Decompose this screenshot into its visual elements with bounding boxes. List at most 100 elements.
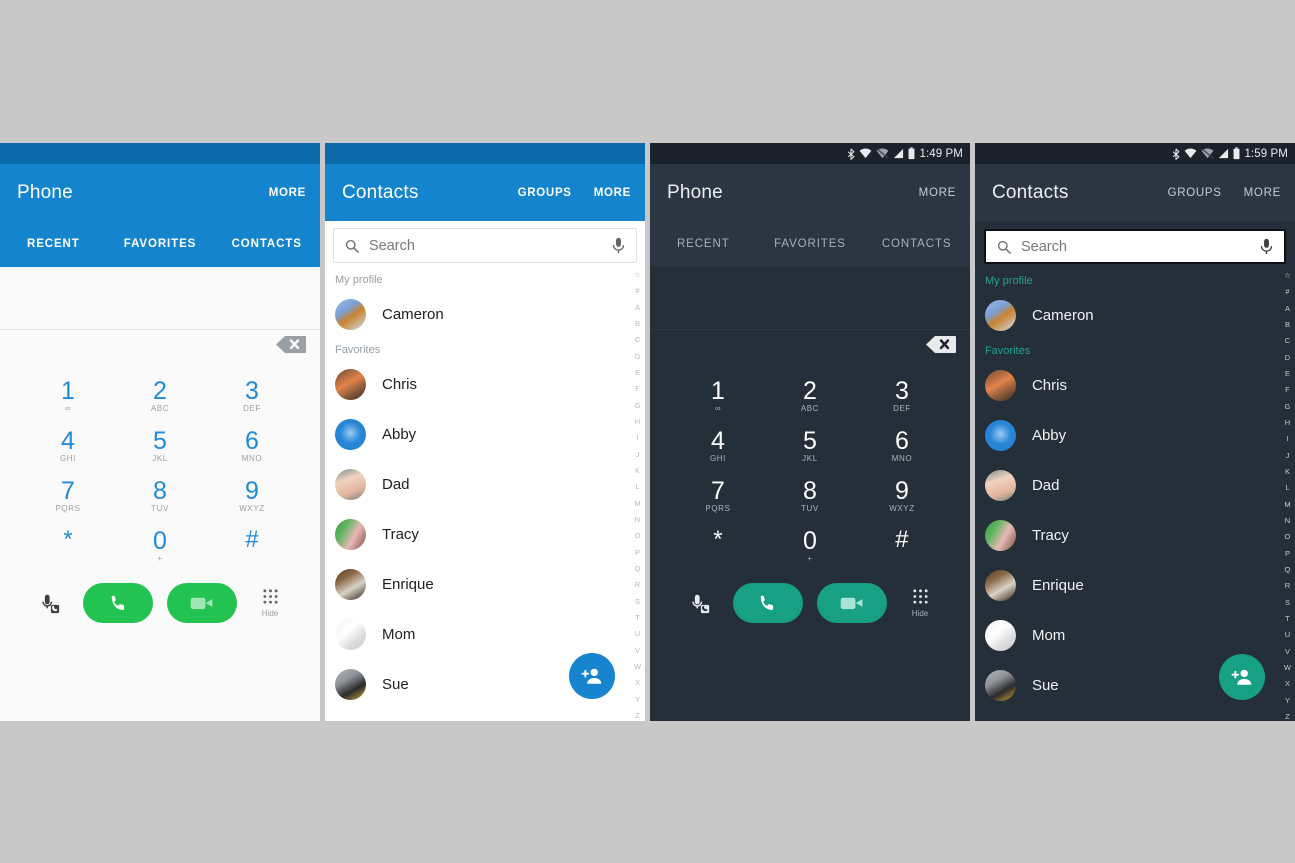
index-letter[interactable]: A: [635, 303, 640, 312]
list-item[interactable]: Mom: [325, 609, 645, 659]
index-letter[interactable]: R: [1285, 582, 1290, 590]
tab-recent[interactable]: RECENT: [0, 221, 107, 267]
index-letter[interactable]: Z: [1285, 712, 1290, 721]
index-letter[interactable]: M: [634, 499, 640, 508]
list-item[interactable]: Chris: [325, 359, 645, 409]
index-letter[interactable]: Y: [635, 695, 640, 704]
index-letter[interactable]: J: [636, 450, 640, 459]
list-item[interactable]: Dad: [325, 459, 645, 509]
list-item[interactable]: Enrique: [325, 559, 645, 609]
index-letter[interactable]: Q: [1285, 565, 1291, 574]
tab-favorites[interactable]: FAVORITES: [757, 221, 864, 267]
backspace-icon[interactable]: [276, 336, 307, 353]
key-9[interactable]: 9 WXYZ: [856, 476, 948, 526]
key-8[interactable]: 8 TUV: [764, 476, 856, 526]
more-button[interactable]: MORE: [919, 187, 956, 199]
key-6[interactable]: 6 MNO: [206, 426, 298, 476]
index-letter[interactable]: G: [1285, 402, 1291, 411]
groups-button[interactable]: GROUPS: [1168, 187, 1222, 199]
voicemail-button[interactable]: [674, 592, 726, 614]
voicemail-button[interactable]: [24, 592, 76, 614]
index-letter[interactable]: Z: [635, 711, 640, 720]
index-letter[interactable]: V: [635, 646, 640, 655]
index-letter[interactable]: N: [635, 515, 640, 524]
key-4[interactable]: 4 GHI: [22, 426, 114, 476]
index-letter[interactable]: S: [635, 597, 640, 606]
index-letter[interactable]: S: [1285, 598, 1290, 607]
index-letter[interactable]: H: [635, 417, 640, 426]
list-item[interactable]: Dad: [975, 460, 1295, 510]
alphabet-index-dark[interactable]: ☆ # A B C D E F G H I J K L M N O P Q R S T U V W X Y Z: [1280, 270, 1295, 721]
index-letter[interactable]: #: [1285, 288, 1289, 296]
video-call-button[interactable]: [816, 583, 887, 623]
groups-button[interactable]: GROUPS: [518, 187, 572, 199]
key-hash[interactable]: #: [206, 526, 298, 574]
contacts-list-light[interactable]: My profile Cameron Favorites Chris Abby …: [325, 269, 645, 721]
index-letter[interactable]: Y: [1285, 696, 1290, 705]
index-letter[interactable]: E: [1285, 369, 1290, 378]
number-entry-field[interactable]: [0, 267, 321, 330]
list-item[interactable]: Chris: [975, 360, 1295, 410]
key-7[interactable]: 7 PQRS: [672, 476, 764, 526]
key-0[interactable]: 0 +: [114, 526, 206, 574]
key-0[interactable]: 0 +: [764, 526, 856, 574]
key-5[interactable]: 5 JKL: [114, 426, 206, 476]
more-button[interactable]: MORE: [269, 187, 306, 199]
search-input[interactable]: Search: [1021, 239, 1260, 255]
index-letter[interactable]: R: [635, 581, 640, 589]
index-letter[interactable]: C: [635, 336, 640, 344]
key-1[interactable]: 1 ∞: [22, 376, 114, 426]
key-star[interactable]: *: [22, 526, 114, 574]
index-letter[interactable]: I: [636, 434, 638, 442]
index-letter[interactable]: N: [1285, 516, 1290, 525]
list-item[interactable]: Cameron: [325, 289, 645, 339]
list-item[interactable]: Abby: [325, 409, 645, 459]
key-3[interactable]: 3 DEF: [856, 376, 948, 426]
index-letter[interactable]: P: [635, 548, 640, 557]
index-letter[interactable]: K: [635, 466, 640, 475]
number-entry-field[interactable]: [649, 267, 970, 330]
list-item[interactable]: Tracy: [975, 510, 1295, 560]
index-letter[interactable]: E: [635, 368, 640, 377]
key-1[interactable]: 1 ∞: [672, 376, 764, 426]
add-contact-fab[interactable]: [1218, 654, 1265, 700]
index-letter[interactable]: L: [635, 483, 639, 491]
index-letter[interactable]: B: [635, 319, 640, 328]
key-2[interactable]: 2 ABC: [114, 376, 206, 426]
tab-contacts[interactable]: CONTACTS: [213, 221, 320, 267]
key-5[interactable]: 5 JKL: [764, 426, 856, 476]
hide-keypad-button[interactable]: Hide: [894, 588, 946, 618]
list-item[interactable]: Cameron: [975, 290, 1295, 340]
key-8[interactable]: 8 TUV: [114, 476, 206, 526]
index-letter[interactable]: X: [1285, 680, 1290, 688]
tab-favorites[interactable]: FAVORITES: [107, 221, 214, 267]
index-letter[interactable]: C: [1285, 337, 1290, 345]
tab-recent[interactable]: RECENT: [650, 221, 757, 267]
call-button[interactable]: [732, 583, 803, 623]
call-button[interactable]: [83, 583, 154, 623]
index-letter[interactable]: Q: [635, 564, 641, 573]
index-letter[interactable]: J: [1286, 451, 1290, 460]
key-hash[interactable]: #: [856, 526, 948, 574]
key-star[interactable]: *: [672, 526, 764, 574]
index-letter[interactable]: K: [1285, 467, 1290, 476]
more-button[interactable]: MORE: [1244, 187, 1281, 199]
index-letter[interactable]: D: [1285, 353, 1290, 362]
index-letter[interactable]: O: [1285, 533, 1291, 541]
alphabet-index-light[interactable]: ☆ # A B C D E F G H I J K L M N O P Q R S T U V W X Y Z: [630, 269, 645, 721]
tab-contacts[interactable]: CONTACTS: [863, 221, 970, 267]
index-letter[interactable]: T: [635, 613, 640, 622]
add-contact-fab[interactable]: [569, 653, 615, 699]
index-letter[interactable]: I: [1286, 435, 1288, 443]
index-letter[interactable]: U: [1285, 631, 1290, 639]
list-item[interactable]: Enrique: [975, 560, 1295, 610]
index-letter[interactable]: H: [1285, 418, 1290, 427]
search-input[interactable]: Search: [369, 238, 612, 254]
index-letter[interactable]: D: [635, 352, 640, 361]
hide-keypad-button[interactable]: Hide: [244, 588, 296, 618]
index-letter[interactable]: F: [635, 385, 640, 393]
key-3[interactable]: 3 DEF: [206, 376, 298, 426]
index-letter[interactable]: T: [1285, 614, 1290, 623]
list-item[interactable]: Abby: [975, 410, 1295, 460]
index-letter[interactable]: F: [1285, 386, 1290, 394]
